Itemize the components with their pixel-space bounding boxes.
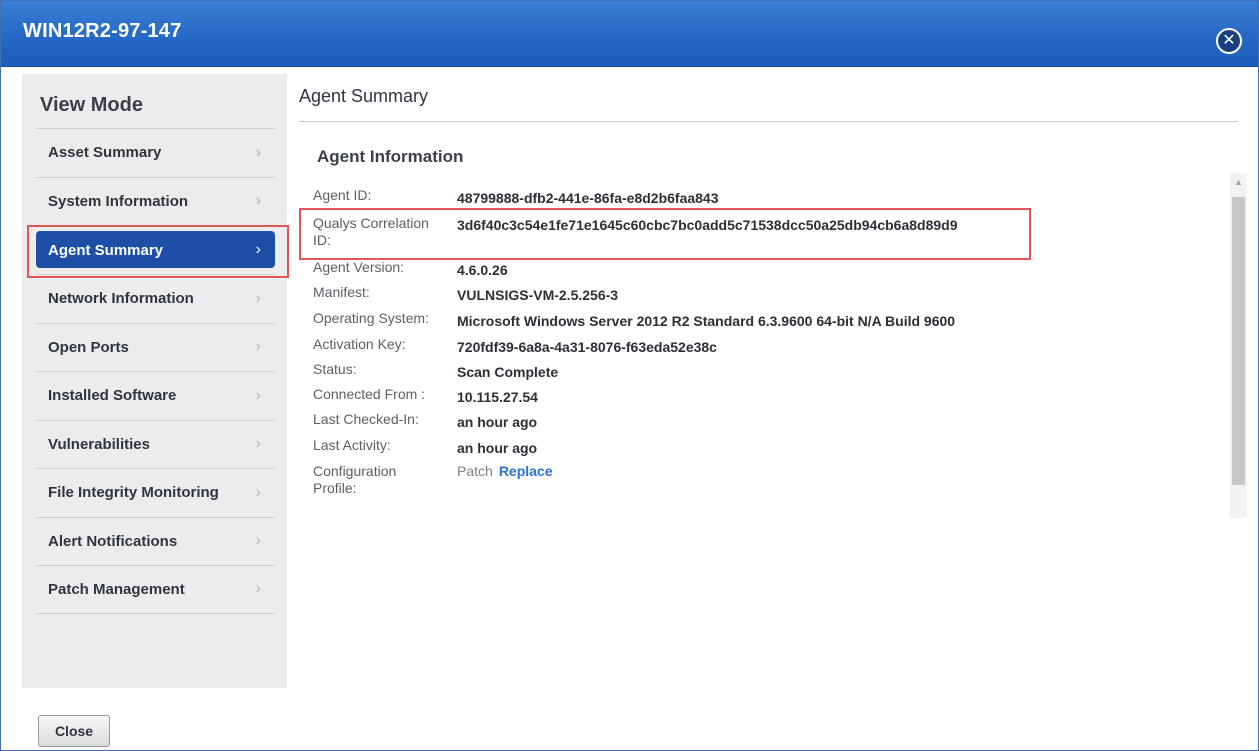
scrollbar-thumb[interactable] [1232, 197, 1245, 485]
close-icon[interactable]: ✕ [1216, 28, 1242, 54]
sidebar-item-network-information[interactable]: Network Information › [36, 274, 275, 323]
sidebar-item-label: Network Information [48, 290, 194, 308]
field-value: 720fdf39-6a8a-4a31-8076-f63eda52e38c [457, 339, 717, 355]
sidebar-item-label: Patch Management [48, 580, 185, 598]
field-label: Status: [313, 361, 357, 377]
chevron-right-icon: › [255, 532, 261, 550]
window-title: WIN12R2-97-147 [23, 20, 182, 42]
highlight-box-nav [27, 225, 289, 278]
sidebar-item-open-ports[interactable]: Open Ports › [36, 322, 275, 372]
field-label: Activation Key: [313, 336, 406, 352]
field-value: Microsoft Windows Server 2012 R2 Standar… [457, 313, 956, 329]
field-value: 48799888-dfb2-441e-86fa-e8d2b6faa843 [457, 190, 719, 206]
profile-name: Patch [457, 463, 493, 479]
field-label: Last Checked-In: [313, 411, 419, 427]
sidebar-item-label: Vulnerabilities [48, 435, 150, 453]
sidebar-item-installed-software[interactable]: Installed Software › [36, 371, 275, 420]
chevron-right-icon: › [255, 143, 261, 161]
sidebar-item-patch-management[interactable]: Patch Management › [36, 565, 275, 614]
section-title: Agent Information [317, 147, 464, 166]
chevron-right-icon: › [255, 192, 261, 210]
field-value: 4.6.0.26 [457, 262, 508, 278]
arrow-up-icon[interactable]: ▲ [1234, 177, 1243, 187]
sidebar-item-vulnerabilities[interactable]: Vulnerabilities › [36, 419, 275, 469]
chevron-right-icon: › [255, 580, 261, 598]
field-value: Patch Replace [457, 463, 553, 479]
chevron-right-icon: › [255, 386, 261, 404]
sidebar-item-file-integrity-monitoring[interactable]: File Integrity Monitoring › [36, 468, 275, 517]
chevron-right-icon: › [255, 289, 261, 307]
field-label: Last Activity: [313, 437, 391, 453]
field-label: Configuration Profile: [313, 463, 397, 496]
field-value: VULNSIGS-VM-2.5.256-3 [457, 287, 619, 303]
sidebar-item-label: Open Ports [48, 338, 129, 356]
replace-link[interactable]: Replace [499, 463, 553, 479]
sidebar-item-alert-notifications[interactable]: Alert Notifications › [36, 516, 275, 566]
field-label: Agent Version: [313, 259, 405, 275]
field-value: 10.115.27.54 [457, 389, 538, 405]
status-badge: Scan Complete [457, 364, 559, 380]
chevron-right-icon: › [255, 483, 261, 501]
field-label: Manifest: [313, 284, 370, 300]
sidebar: View Mode Asset Summary › System Informat… [22, 74, 287, 688]
page-title: Agent Summary [299, 86, 429, 106]
title-bar: WIN12R2-97-147 ✕ [1, 1, 1258, 67]
highlight-box-correlation-id [299, 208, 1031, 260]
close-button[interactable]: Close [38, 715, 110, 747]
sidebar-item-label: File Integrity Monitoring [48, 484, 219, 502]
field-label: Operating System: [313, 310, 429, 326]
chevron-right-icon: › [255, 338, 261, 356]
sidebar-item-label: Installed Software [48, 387, 177, 405]
field-value: an hour ago [457, 414, 538, 430]
sidebar-nav: Asset Summary › System Information › Agent… [36, 128, 275, 614]
sidebar-item-label: Alert Notifications [48, 532, 178, 550]
sidebar-item-label: System Information [48, 192, 189, 210]
sidebar-item-system-information[interactable]: System Information › [36, 176, 275, 226]
divider [299, 121, 1238, 122]
field-label: Agent ID: [313, 187, 372, 203]
chevron-right-icon: › [255, 435, 261, 453]
sidebar-title: View Mode [40, 94, 143, 116]
agent-dialog: WIN12R2-97-147 ✕ View Mode Asset Summary… [0, 0, 1259, 751]
field-label: Connected From : [313, 386, 426, 402]
field-value: an hour ago [457, 440, 538, 456]
sidebar-item-asset-summary[interactable]: Asset Summary › [36, 128, 275, 177]
vertical-scrollbar[interactable]: ▲ [1230, 173, 1247, 518]
sidebar-item-label: Asset Summary [48, 144, 162, 162]
